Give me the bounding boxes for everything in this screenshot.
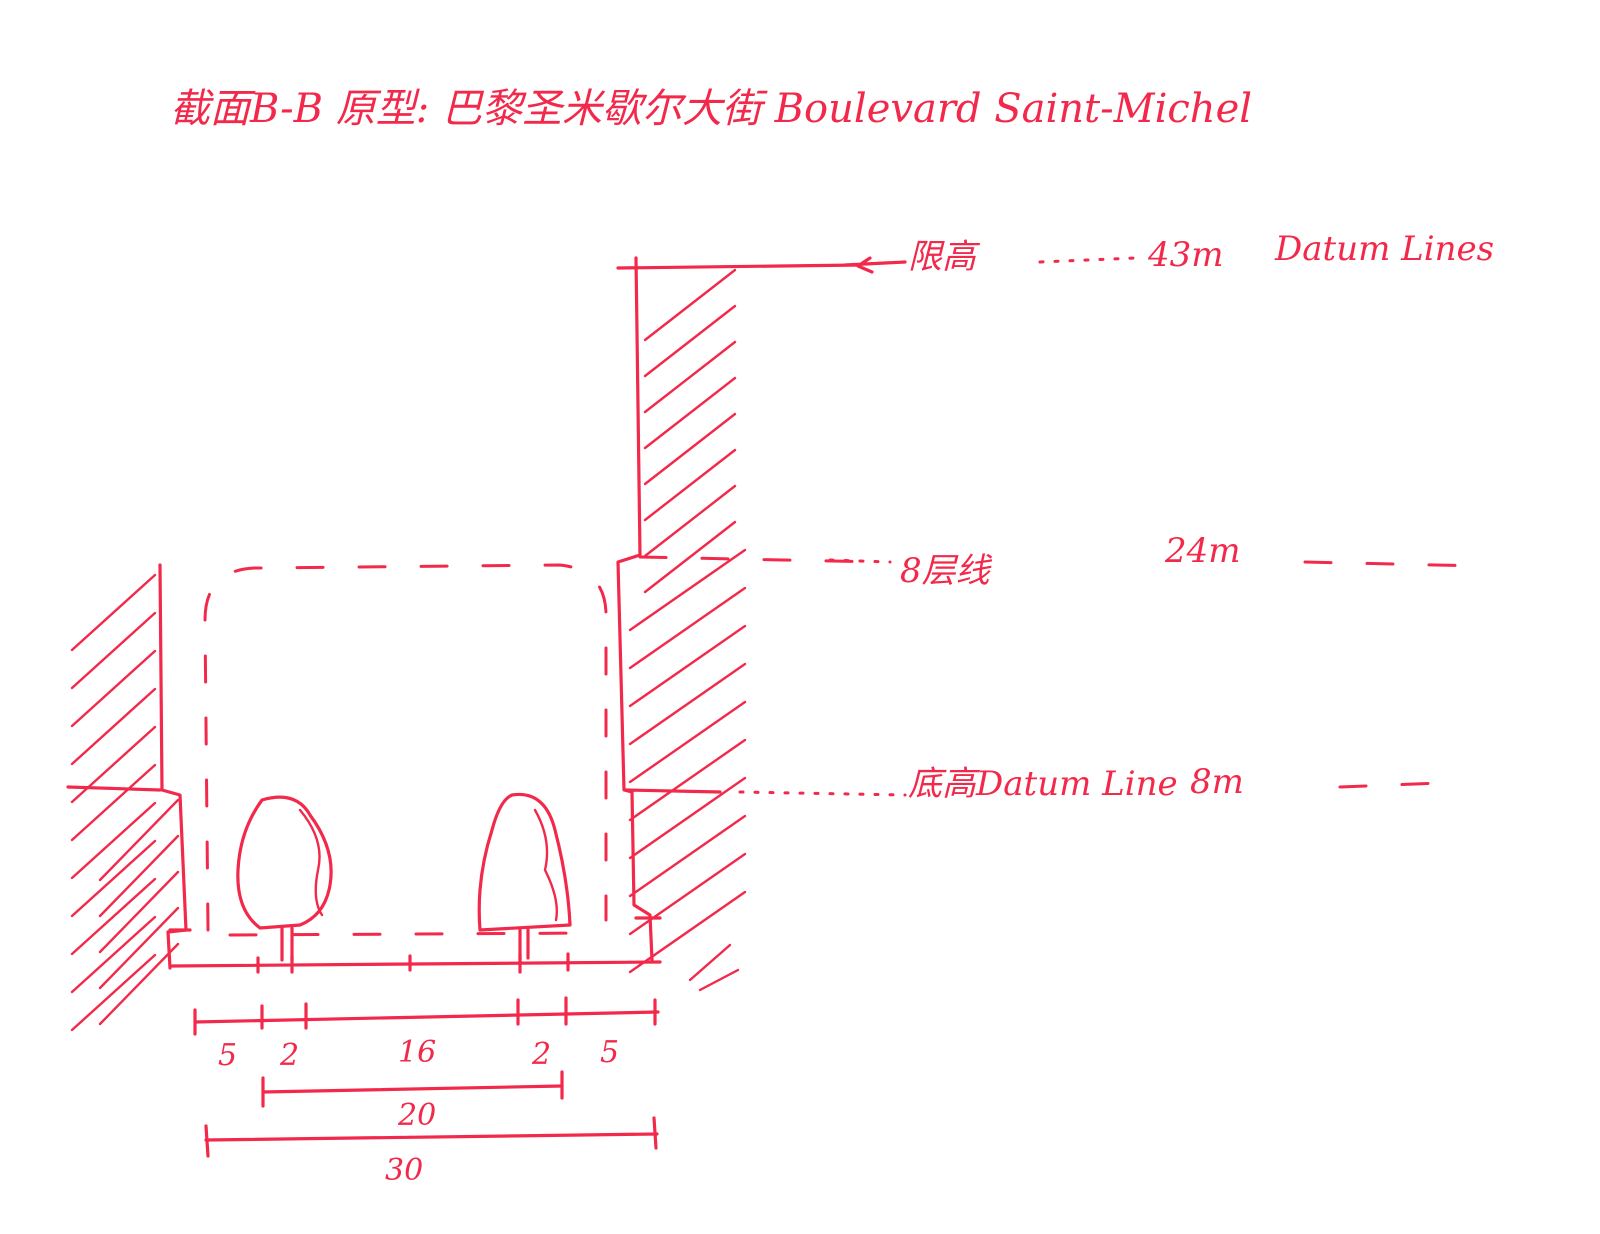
left-building: [66, 563, 188, 1032]
hatch-stroke: [98, 906, 180, 990]
base-line-value: 8m: [1190, 762, 1244, 802]
ground-line: [170, 960, 662, 968]
dim-sidewalk-left: 5: [218, 1038, 237, 1073]
dim-carriageway: 16: [398, 1035, 436, 1070]
hatch-stroke: [70, 687, 157, 766]
datum-lines-caption: Datum Lines: [1274, 229, 1494, 269]
datum-base: 底高Datum Line 8m: [624, 762, 1442, 804]
hatch-stroke: [643, 340, 737, 414]
dim-sidewalk-right: 5: [600, 1035, 619, 1070]
right-tree: [477, 792, 572, 962]
street-envelope: [203, 563, 608, 937]
hatch-stroke: [98, 834, 180, 918]
hatch-stroke: [628, 814, 747, 898]
hatch-stroke: [70, 763, 157, 842]
datum-8-floor: 8层线 24m: [638, 531, 1482, 591]
hatch-stroke: [70, 839, 157, 918]
hatch-stroke: [628, 586, 747, 670]
dim-tree-strip-right: 2: [531, 1037, 551, 1072]
hatch-stroke: [628, 738, 747, 822]
floor-line-value: 24m: [1164, 531, 1241, 571]
hatch-stroke: [628, 700, 747, 784]
hatch-stroke: [643, 304, 737, 378]
hatch-stroke: [70, 573, 157, 652]
hatch-stroke: [643, 484, 737, 558]
dimension-row-2: 20: [261, 1070, 564, 1133]
hatch-stroke: [98, 870, 180, 954]
hatch-stroke: [628, 662, 747, 746]
hatch-stroke: [628, 890, 747, 974]
hatch-stroke: [628, 624, 747, 708]
hatch-stroke: [98, 798, 180, 882]
dim-tree-strip-left: 2: [279, 1038, 299, 1073]
floor-line-label: 8层线: [900, 551, 993, 591]
hatch-stroke: [628, 852, 747, 936]
hatch-stroke: [643, 448, 737, 522]
height-limit-label: 限高: [908, 237, 981, 277]
hatch-stroke: [70, 953, 157, 1032]
base-line-label: 底高Datum Line: [908, 764, 1178, 804]
hatch-stroke: [643, 412, 737, 486]
height-limit-value: 43m: [1147, 235, 1224, 275]
section-title: 截面B-B 原型: 巴黎圣米歇尔大街 Boulevard Saint-Miche…: [170, 86, 1252, 132]
hatch-stroke: [643, 268, 737, 342]
hatch-stroke: [643, 376, 737, 450]
datum-height-limit: 限高 43m Datum Lines: [843, 229, 1494, 277]
hatch-stroke: [70, 611, 157, 690]
dim-middle-total: 20: [397, 1098, 436, 1133]
street-section-sketch: 截面B-B 原型: 巴黎圣米歇尔大街 Boulevard Saint-Miche…: [66, 86, 1494, 1188]
hatch-stroke: [688, 943, 732, 982]
dimension-row-1: 5 2 16 2 5: [193, 996, 660, 1073]
hatch-stroke: [698, 968, 740, 992]
right-building-hatching: [628, 268, 747, 992]
hatch-stroke: [70, 649, 157, 728]
dim-overall-total: 30: [385, 1153, 423, 1188]
right-building: [616, 256, 862, 992]
